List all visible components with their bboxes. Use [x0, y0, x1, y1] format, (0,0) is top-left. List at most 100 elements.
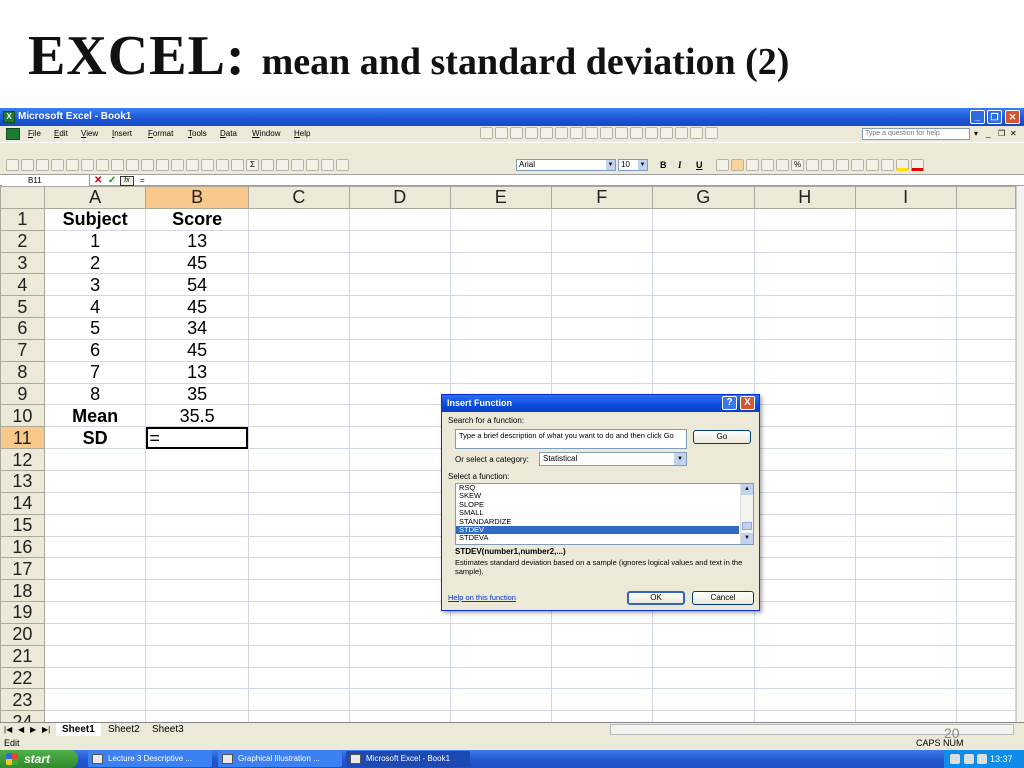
function-list-scrollbar[interactable]: ▲ ▼ [740, 484, 753, 544]
underline-button[interactable]: U [696, 160, 703, 170]
menu-help[interactable]: Help [294, 129, 310, 138]
cell-b[interactable]: 45 [145, 251, 249, 275]
cell[interactable] [247, 557, 350, 581]
currency-icon[interactable] [776, 159, 789, 171]
cell[interactable] [247, 710, 350, 722]
taskbar-task-button[interactable]: Lecture 3 Descriptive ... [88, 751, 212, 767]
cell-a[interactable]: 2 [43, 251, 147, 275]
toolbar-button[interactable] [630, 127, 643, 139]
cell[interactable] [955, 448, 1016, 471]
row-header[interactable]: 17 [0, 557, 45, 581]
increase-indent-icon[interactable] [866, 159, 879, 171]
new-icon[interactable] [6, 159, 19, 171]
toolbar-button[interactable] [525, 127, 538, 139]
cell[interactable] [854, 644, 957, 668]
cell[interactable] [854, 601, 957, 624]
column-header-h[interactable]: H [753, 186, 856, 209]
cell-b[interactable] [145, 513, 249, 537]
column-header-d[interactable]: D [348, 186, 451, 209]
cell[interactable] [854, 426, 957, 450]
cell-b[interactable]: 54 [145, 273, 249, 297]
restore-button[interactable]: ❐ [987, 110, 1002, 124]
cell[interactable] [854, 317, 957, 340]
cell[interactable] [449, 710, 552, 722]
tray-app-icon[interactable] [950, 754, 960, 764]
open-icon[interactable] [21, 159, 34, 171]
row-header[interactable]: 18 [0, 579, 45, 603]
cell-a[interactable]: 4 [43, 295, 147, 319]
cell[interactable] [348, 491, 451, 515]
cell[interactable] [348, 644, 451, 668]
cell[interactable] [955, 513, 1016, 537]
row-header[interactable]: 23 [0, 688, 45, 712]
cell[interactable] [955, 207, 1016, 231]
chart-wizard-icon[interactable] [291, 159, 304, 171]
cell-b[interactable] [145, 601, 249, 624]
select-all-corner[interactable] [0, 186, 45, 209]
cell-a[interactable] [43, 622, 147, 646]
cell[interactable] [651, 622, 755, 646]
cell[interactable] [651, 317, 755, 340]
cell-b[interactable]: 13 [145, 229, 249, 253]
hyperlink-icon[interactable] [231, 159, 244, 171]
cell[interactable] [955, 710, 1016, 722]
cell[interactable] [854, 207, 957, 231]
menu-edit[interactable]: Edit [54, 129, 68, 138]
cell[interactable] [651, 273, 755, 297]
row-header[interactable]: 13 [0, 469, 45, 493]
next-sheet-icon[interactable]: ▶ [30, 725, 36, 734]
cell[interactable] [550, 622, 653, 646]
cell[interactable] [955, 666, 1016, 690]
cell[interactable] [854, 688, 957, 712]
borders-icon[interactable] [881, 159, 894, 171]
cell[interactable] [348, 229, 451, 253]
cell[interactable] [651, 295, 755, 319]
menu-format[interactable]: Format [148, 129, 173, 138]
cell[interactable] [854, 469, 957, 493]
cell[interactable] [753, 207, 856, 231]
cell-a[interactable] [43, 688, 147, 712]
row-header[interactable]: 14 [0, 491, 45, 515]
font-color-icon[interactable] [911, 159, 924, 171]
cell-a[interactable] [43, 557, 147, 581]
doc-minimize-icon[interactable]: _ [986, 129, 990, 138]
function-list-item[interactable]: STDEVA [456, 533, 739, 542]
prev-sheet-icon[interactable]: ◀ [18, 725, 24, 734]
cell[interactable] [449, 273, 552, 297]
title-bar[interactable]: X Microsoft Excel - Book1 _ ❐ ✕ [0, 108, 1024, 126]
cell-b[interactable]: 35.5 [145, 404, 249, 428]
cell[interactable] [753, 710, 856, 722]
align-right-icon[interactable] [746, 159, 759, 171]
cell[interactable] [348, 382, 451, 406]
cell-b[interactable] [145, 644, 249, 668]
cell[interactable] [753, 491, 856, 515]
cell-b[interactable] [145, 491, 249, 515]
name-box[interactable]: B11 [2, 175, 90, 186]
cell[interactable] [854, 622, 957, 646]
cell[interactable] [753, 601, 856, 624]
cell[interactable] [651, 360, 755, 384]
row-header[interactable]: 8 [0, 360, 45, 384]
cell-a[interactable] [43, 644, 147, 668]
toolbar-button[interactable] [555, 127, 568, 139]
cell-b[interactable] [145, 710, 249, 722]
toolbar-button[interactable] [585, 127, 598, 139]
cell[interactable] [955, 338, 1016, 362]
cell[interactable] [348, 601, 451, 624]
column-header-f[interactable]: F [550, 186, 653, 209]
menu-window[interactable]: Window [252, 129, 280, 138]
cell[interactable] [550, 229, 653, 253]
cell[interactable] [247, 338, 350, 362]
doc-dropdown-icon[interactable]: ▾ [974, 129, 978, 138]
sheet-tab-1[interactable]: Sheet1 [56, 723, 101, 736]
row-header[interactable]: 11 [0, 426, 45, 450]
row-header[interactable]: 15 [0, 513, 45, 537]
cell-a[interactable] [43, 579, 147, 603]
cell[interactable] [449, 360, 552, 384]
cell-a[interactable]: 7 [43, 360, 147, 384]
research-icon[interactable] [126, 159, 139, 171]
cell[interactable] [348, 513, 451, 537]
start-button[interactable]: start [0, 750, 78, 768]
comma-style-icon[interactable] [806, 159, 819, 171]
cell[interactable] [753, 469, 856, 493]
